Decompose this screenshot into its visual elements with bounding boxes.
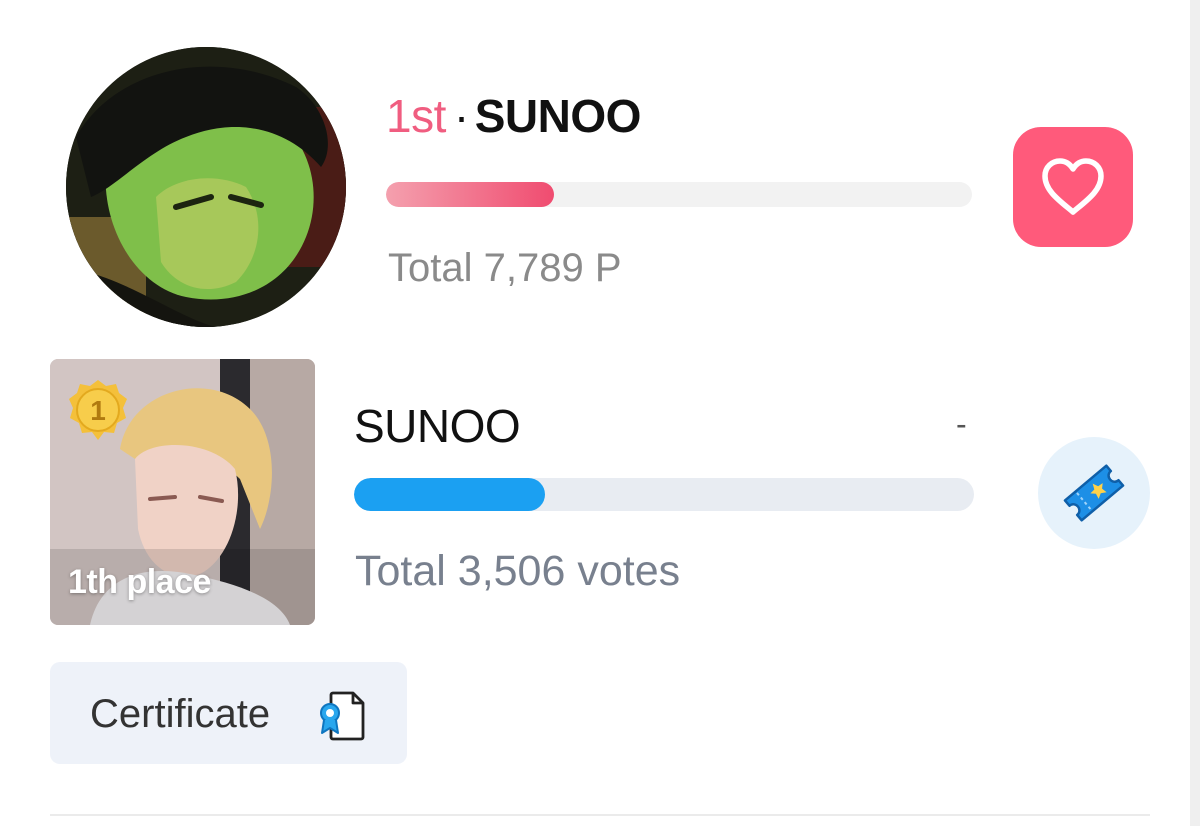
daily-rank-title: 1st · SUNOO — [386, 88, 641, 144]
ticket-vote-button[interactable] — [1038, 437, 1150, 549]
heart-vote-button[interactable] — [1013, 127, 1133, 247]
medal-number: 1 — [90, 395, 106, 426]
certificate-label: Certificate — [90, 692, 271, 736]
votes-total: Total 3,506 votes — [355, 547, 681, 595]
daily-points-total: Total 7,789 P — [388, 246, 622, 290]
place-label: 1th place — [68, 563, 211, 601]
ticket-icon — [1063, 464, 1125, 522]
heart-icon — [1042, 158, 1104, 215]
certificate-button[interactable]: Certificate — [50, 662, 407, 764]
vote-rank-artist-name: SUNOO — [354, 400, 521, 452]
votes-progress-fill — [354, 478, 545, 511]
daily-points-progress-fill — [386, 182, 555, 207]
votes-progress-bar — [354, 478, 974, 511]
daily-points-progress-bar — [386, 182, 972, 207]
section-divider — [50, 814, 1150, 816]
artist-avatar-image — [66, 47, 346, 327]
daily-rank-artist-name: SUNOO — [474, 90, 642, 142]
certificate-icon — [320, 691, 365, 741]
title-separator: · — [453, 90, 469, 142]
artist-avatar[interactable] — [66, 47, 346, 327]
daily-rank-position: 1st — [386, 90, 446, 142]
gold-medal-icon: 1 — [69, 380, 127, 440]
right-edge — [1190, 0, 1200, 826]
rank-change-indicator: - — [956, 406, 967, 442]
